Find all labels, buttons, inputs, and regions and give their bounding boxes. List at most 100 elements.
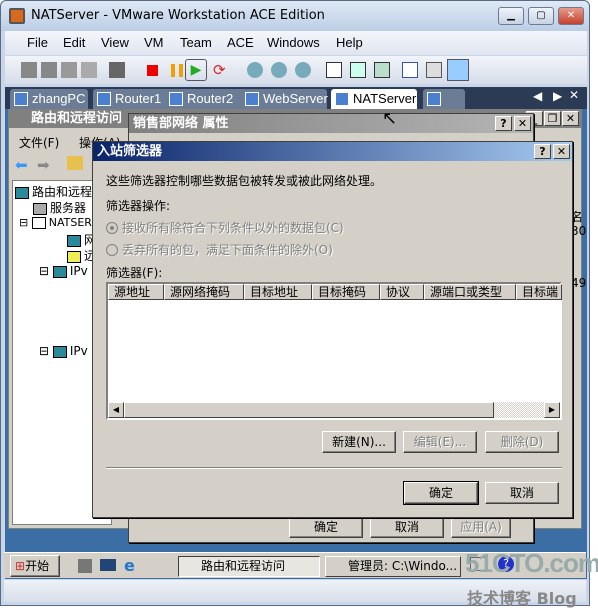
vm-icon (245, 92, 259, 106)
menu-windows[interactable]: Windows (267, 35, 320, 50)
menu-bar: File Edit View VM Team ACE Windows Help (5, 31, 587, 55)
column-source-mask[interactable]: 源网络掩码 (164, 284, 244, 300)
tab-label: zhangPC (32, 91, 86, 106)
horizontal-scrollbar[interactable]: ◀ ▶ (108, 402, 560, 418)
taskbar-item-cmd[interactable]: 管理员: C:\Windo... (325, 556, 461, 577)
scroll-right-icon[interactable]: ▶ (544, 402, 560, 418)
team2-icon[interactable] (41, 62, 57, 78)
device-icon[interactable] (61, 62, 77, 78)
column-dest-address[interactable]: 目标地址 (244, 284, 312, 300)
radio-icon (106, 222, 118, 234)
properties-apply-button[interactable]: 应用(A) (451, 516, 511, 538)
properties-close-button[interactable]: ✕ (514, 116, 531, 131)
start-button[interactable]: ⊞开始 (10, 555, 60, 577)
menu-view[interactable]: View (101, 35, 129, 50)
tab-webserver[interactable]: WebServer (241, 89, 328, 109)
team-icon[interactable] (21, 62, 37, 78)
close-button[interactable]: ✕ (558, 7, 584, 25)
pause-icon[interactable] (171, 64, 183, 77)
cancel-button[interactable]: 取消 (485, 482, 559, 504)
tab-label: Router2 (187, 91, 234, 106)
tab-label: Router1 (115, 91, 162, 106)
unity-icon[interactable] (447, 59, 469, 81)
right-pane-text: 49 (571, 276, 587, 290)
tree-item-ipv4[interactable]: ⊟ IPv (39, 264, 88, 278)
scroll-left-icon[interactable]: ◀ (108, 402, 124, 418)
tree-item-root[interactable]: 路由和远程 (15, 183, 92, 200)
radio-receive-all-except[interactable]: 接收所有除符合下列条件以外的数据包(C) (106, 219, 344, 236)
vm-icon (97, 92, 111, 106)
tab-natserver[interactable]: NATServer (331, 89, 417, 109)
tab-more[interactable] (423, 89, 465, 109)
menu-vm[interactable]: VM (144, 35, 164, 50)
maximize-button[interactable]: ▢ (528, 7, 554, 25)
folder-icon (67, 250, 81, 263)
console-restore-button[interactable]: ❐ (544, 111, 561, 126)
radio-drop-all-except[interactable]: 丢弃所有的包，满足下面条件的除外(O) (106, 241, 333, 258)
properties-help-button[interactable]: ? (495, 116, 512, 131)
internet-explorer-icon[interactable]: e (124, 556, 135, 575)
properties-ok-button[interactable]: 确定 (289, 516, 363, 538)
minimize-button[interactable]: ▁ (498, 7, 524, 25)
menu-file[interactable]: File (27, 35, 48, 50)
play-icon[interactable]: ▶ (185, 59, 207, 81)
new-filter-button[interactable]: 新建(N)... (322, 431, 396, 453)
power-off-icon[interactable] (147, 65, 158, 76)
filters-list[interactable]: 源地址 源网络掩码 目标地址 目标掩码 协议 源端口或类型 目标端 ◀ ▶ (106, 282, 562, 420)
radio-icon (106, 244, 118, 256)
tab-prev-icon[interactable]: ◀ (533, 89, 542, 103)
filter-action-label: 筛选器操作: (106, 199, 171, 213)
title-bar: NATServer - VMware Workstation ACE Editi… (1, 1, 589, 31)
windows-logo-icon: ⊞ (15, 559, 26, 573)
ok-button[interactable]: 确定 (403, 481, 479, 505)
menu-ace[interactable]: ACE (227, 35, 254, 50)
revert-snapshot-icon[interactable] (271, 62, 287, 78)
tab-next-icon[interactable]: ▶ (553, 89, 562, 103)
forward-icon[interactable]: ➡ (37, 156, 50, 174)
delete-filter-button[interactable]: 删除(D) (485, 431, 559, 453)
computer-icon (52, 265, 67, 278)
tab-router2[interactable]: Router2 (165, 89, 247, 109)
menu-edit[interactable]: Edit (63, 35, 85, 50)
edit-filter-button[interactable]: 编辑(E)... (403, 431, 477, 453)
taskbar-item-rras[interactable]: 路由和远程访问 (178, 556, 320, 577)
column-source-port[interactable]: 源端口或类型 (424, 284, 516, 300)
console-icon[interactable] (426, 62, 442, 78)
fullscreen-icon[interactable] (350, 62, 366, 78)
scroll-thumb[interactable] (124, 402, 494, 418)
take-snapshot-icon[interactable] (247, 62, 263, 78)
console-close-button[interactable]: ✕ (562, 111, 579, 126)
server-manager-icon[interactable] (78, 559, 92, 573)
computer-icon (52, 345, 67, 358)
sidebar-icon[interactable] (326, 62, 342, 78)
back-icon[interactable]: ⬅ (15, 156, 28, 174)
dialog-close-button[interactable]: ✕ (553, 144, 570, 159)
column-dest-port[interactable]: 目标端 (516, 284, 562, 300)
reset-icon[interactable]: ⟳ (213, 62, 229, 78)
quick-switch-icon[interactable] (374, 62, 390, 78)
snapshot-manager-icon[interactable] (295, 62, 311, 78)
tree-item-natserver[interactable]: ⊟ NATSER (19, 216, 92, 229)
settings-icon[interactable] (402, 62, 418, 78)
up-folder-icon[interactable] (67, 156, 83, 170)
usb-icon[interactable] (81, 62, 97, 78)
column-protocol[interactable]: 协议 (380, 284, 424, 300)
properties-title: 销售部网络 属性 (129, 114, 533, 133)
column-dest-mask[interactable]: 目标掩码 (312, 284, 380, 300)
menu-team[interactable]: Team (180, 35, 212, 50)
tree-item-ipv6[interactable]: ⊟ IPv (39, 344, 88, 358)
snapshot-icon[interactable] (109, 62, 125, 78)
watermark-subtitle: 技术博客 Blog (467, 589, 577, 608)
tree-item-server-status[interactable]: 服务器 (33, 199, 86, 216)
column-source-address[interactable]: 源地址 (108, 284, 164, 300)
tab-zhangpc[interactable]: zhangPC (10, 89, 88, 109)
vm-icon (14, 92, 28, 106)
help-button[interactable]: ? (534, 144, 551, 159)
menu-help[interactable]: Help (336, 35, 363, 50)
console-menu-file[interactable]: 文件(F) (19, 134, 59, 151)
divider (106, 467, 562, 469)
tab-close-icon[interactable]: ✕ (569, 88, 579, 102)
server-icon (33, 202, 47, 215)
show-desktop-icon[interactable] (100, 559, 116, 571)
properties-cancel-button[interactable]: 取消 (370, 516, 444, 538)
